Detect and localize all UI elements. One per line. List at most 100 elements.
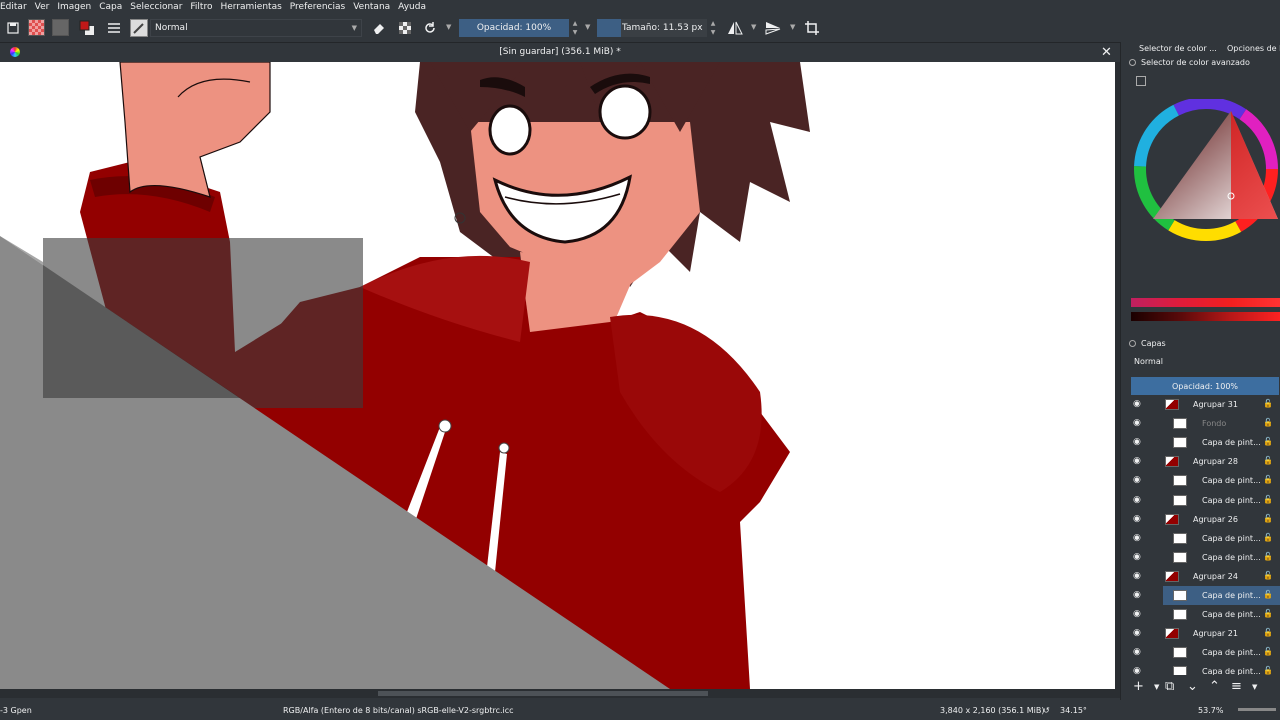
scroll-thumb[interactable] <box>378 691 708 696</box>
visibility-eye-icon[interactable]: ◉ <box>1133 495 1141 505</box>
lock-icon[interactable]: 🔓 <box>1263 628 1273 637</box>
layer-blend-mode-select[interactable]: Normal <box>1131 357 1280 370</box>
layer-row[interactable]: ◉ Capa de pint... 🔓 <box>1121 491 1280 510</box>
hue-strip[interactable] <box>1131 298 1280 307</box>
gradient-swatch[interactable] <box>28 19 45 36</box>
opacity-slider[interactable]: Opacidad: 100% <box>459 19 569 37</box>
menu-herramientas[interactable]: Herramientas <box>216 2 285 12</box>
group-layer-row[interactable]: ◉ Agrupar 26 🔓 <box>1121 510 1280 529</box>
panel-float-icon[interactable] <box>1129 59 1136 66</box>
layer-row[interactable]: ◉ Capa de pint... 🔓 <box>1121 433 1280 452</box>
visibility-eye-icon[interactable]: ◉ <box>1133 590 1141 600</box>
chevron-down-icon[interactable]: ▼ <box>1252 683 1257 691</box>
lock-icon[interactable]: 🔓 <box>1263 456 1273 465</box>
lock-icon[interactable]: 🔓 <box>1263 590 1273 599</box>
menu-editar[interactable]: Editar <box>0 2 31 12</box>
menu-preferencias[interactable]: Preferencias <box>286 2 349 12</box>
eraser-icon[interactable] <box>370 19 388 37</box>
menu-ventana[interactable]: Ventana <box>349 2 394 12</box>
lock-icon[interactable]: 🔓 <box>1263 552 1273 561</box>
visibility-eye-icon[interactable]: ◉ <box>1133 628 1141 638</box>
layer-row[interactable]: ◉ Fondo 🔓 <box>1121 414 1280 433</box>
shade-strip[interactable] <box>1131 312 1280 321</box>
layer-properties-icon[interactable]: ≡ <box>1231 679 1242 694</box>
color-settings-icon[interactable] <box>1136 76 1146 86</box>
close-icon[interactable]: ✕ <box>1101 45 1112 60</box>
mirror-horizontal-icon[interactable] <box>726 19 744 37</box>
brush-settings-icon[interactable] <box>105 19 123 37</box>
add-layer-icon[interactable]: + <box>1133 679 1144 694</box>
preserve-alpha-icon[interactable] <box>396 19 414 37</box>
opacity-spinner[interactable]: ▲ ▼ <box>571 19 579 37</box>
fg-bg-color-icon[interactable] <box>78 19 96 37</box>
size-slider[interactable]: Tamaño: 11.53 px <box>597 19 707 37</box>
lock-icon[interactable]: 🔓 <box>1263 609 1273 618</box>
lock-icon[interactable]: 🔓 <box>1263 399 1273 408</box>
lock-icon[interactable]: 🔓 <box>1263 666 1273 675</box>
zoom-slider[interactable] <box>1238 708 1276 711</box>
duplicate-layer-icon[interactable]: ⧉ <box>1165 679 1174 694</box>
reload-preset-icon[interactable] <box>421 19 439 37</box>
crop-icon[interactable] <box>803 19 821 37</box>
brush-preset-icon[interactable] <box>130 19 148 37</box>
status-rotation[interactable]: 34.15° <box>1060 706 1087 715</box>
panel-float-icon[interactable] <box>1129 340 1136 347</box>
menu-seleccionar[interactable]: Seleccionar <box>126 2 186 12</box>
layer-row[interactable]: ◉ Capa de pint... 🔓 <box>1121 643 1280 662</box>
tab-tool-options[interactable]: Opciones de la <box>1227 44 1280 53</box>
visibility-eye-icon[interactable]: ◉ <box>1133 647 1141 657</box>
visibility-eye-icon[interactable]: ◉ <box>1133 437 1141 447</box>
menu-ver[interactable]: Ver <box>31 2 54 12</box>
layer-row[interactable]: ◉ Capa de pint... 🔓 <box>1121 662 1280 675</box>
menu-imagen[interactable]: Imagen <box>53 2 95 12</box>
lock-icon[interactable]: 🔓 <box>1263 571 1273 580</box>
status-brush[interactable]: -3 Gpen <box>0 706 32 715</box>
tab-color-selector[interactable]: Selector de color ... <box>1139 44 1217 53</box>
menu-ayuda[interactable]: Ayuda <box>394 2 430 12</box>
layer-row[interactable]: ◉ Capa de pint... 🔓 <box>1121 605 1280 624</box>
lock-icon[interactable]: 🔓 <box>1263 418 1273 427</box>
lock-icon[interactable]: 🔓 <box>1263 437 1273 446</box>
mirror-vertical-icon[interactable] <box>764 19 782 37</box>
lock-icon[interactable]: 🔓 <box>1263 514 1273 523</box>
move-up-icon[interactable]: ⌃ <box>1209 679 1220 694</box>
chevron-down-icon[interactable]: ▼ <box>585 23 590 31</box>
visibility-eye-icon[interactable]: ◉ <box>1133 514 1141 524</box>
visibility-eye-icon[interactable]: ◉ <box>1133 399 1141 409</box>
group-layer-row[interactable]: ◉ Agrupar 24 🔓 <box>1121 567 1280 586</box>
horizontal-scrollbar[interactable] <box>0 689 1120 698</box>
chevron-down-icon[interactable]: ▼ <box>790 23 795 31</box>
lock-icon[interactable]: 🔓 <box>1263 647 1273 656</box>
visibility-eye-icon[interactable]: ◉ <box>1133 552 1141 562</box>
visibility-eye-icon[interactable]: ◉ <box>1133 571 1141 581</box>
layer-row[interactable]: ◉ Capa de pint... 🔓 <box>1121 471 1280 490</box>
canvas[interactable] <box>0 62 1115 689</box>
blend-mode-select[interactable]: Normal ▼ <box>150 19 362 37</box>
chevron-down-icon[interactable]: ▼ <box>751 23 756 31</box>
move-down-icon[interactable]: ⌄ <box>1187 679 1198 694</box>
visibility-eye-icon[interactable]: ◉ <box>1133 533 1141 543</box>
lock-icon[interactable]: 🔓 <box>1263 475 1273 484</box>
menu-capa[interactable]: Capa <box>95 2 126 12</box>
visibility-eye-icon[interactable]: ◉ <box>1133 609 1141 619</box>
layer-row[interactable]: ◉ Capa de pint... 🔓 <box>1121 548 1280 567</box>
layer-row[interactable]: ◉ Capa de pint... 🔓 <box>1121 529 1280 548</box>
lock-icon[interactable]: 🔓 <box>1263 533 1273 542</box>
chevron-down-icon[interactable]: ▼ <box>1154 683 1159 691</box>
visibility-eye-icon[interactable]: ◉ <box>1133 475 1141 485</box>
layer-row[interactable]: ◉ Capa de pint... 🔓 <box>1133 586 1280 605</box>
visibility-eye-icon[interactable]: ◉ <box>1133 666 1141 675</box>
size-spinner[interactable]: ▲ ▼ <box>709 19 717 37</box>
color-wheel[interactable] <box>1131 97 1280 269</box>
menu-filtro[interactable]: Filtro <box>186 2 216 12</box>
visibility-eye-icon[interactable]: ◉ <box>1133 418 1141 428</box>
pattern-swatch[interactable] <box>52 19 69 36</box>
visibility-eye-icon[interactable]: ◉ <box>1133 456 1141 466</box>
chevron-down-icon[interactable]: ▼ <box>446 23 451 31</box>
group-layer-row[interactable]: ◉ Agrupar 28 🔓 <box>1121 452 1280 471</box>
status-zoom[interactable]: 53.7% <box>1198 706 1223 715</box>
group-layer-row[interactable]: ◉ Agrupar 21 🔓 <box>1121 624 1280 643</box>
lock-icon[interactable]: 🔓 <box>1263 495 1273 504</box>
layer-opacity-slider[interactable]: Opacidad: 100% <box>1131 377 1279 395</box>
save-icon[interactable] <box>4 19 22 37</box>
